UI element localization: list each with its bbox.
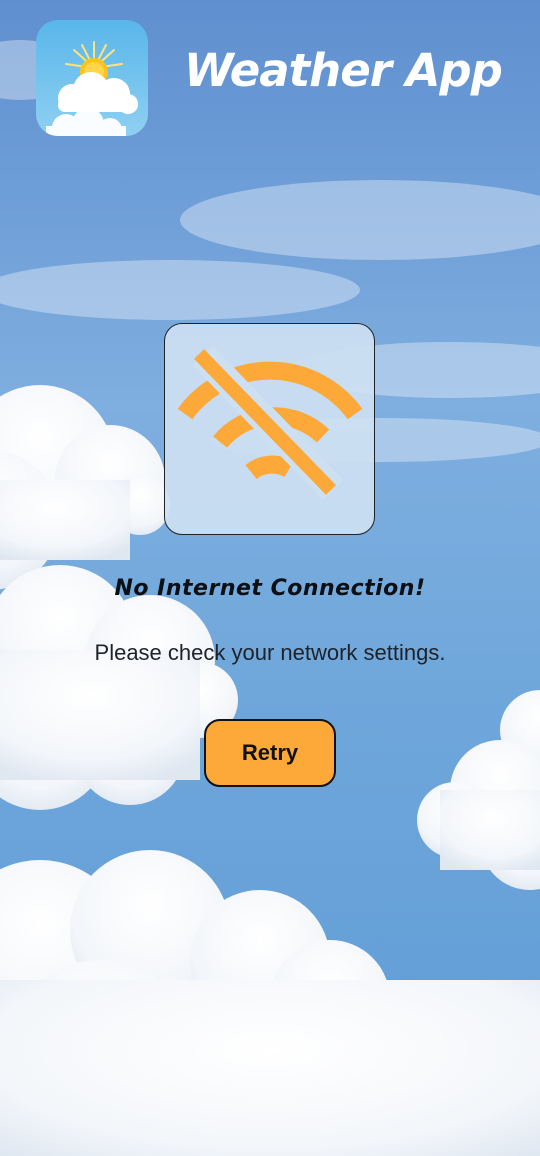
retry-button[interactable]: Retry bbox=[204, 719, 336, 787]
error-message: Please check your network settings. bbox=[94, 640, 446, 665]
app-title: Weather App bbox=[184, 44, 503, 97]
wifi-off-card bbox=[164, 323, 375, 535]
error-title: No Internet Connection! bbox=[114, 576, 426, 601]
wifi-off-icon bbox=[177, 346, 363, 500]
sun-cloud-icon bbox=[36, 20, 148, 136]
